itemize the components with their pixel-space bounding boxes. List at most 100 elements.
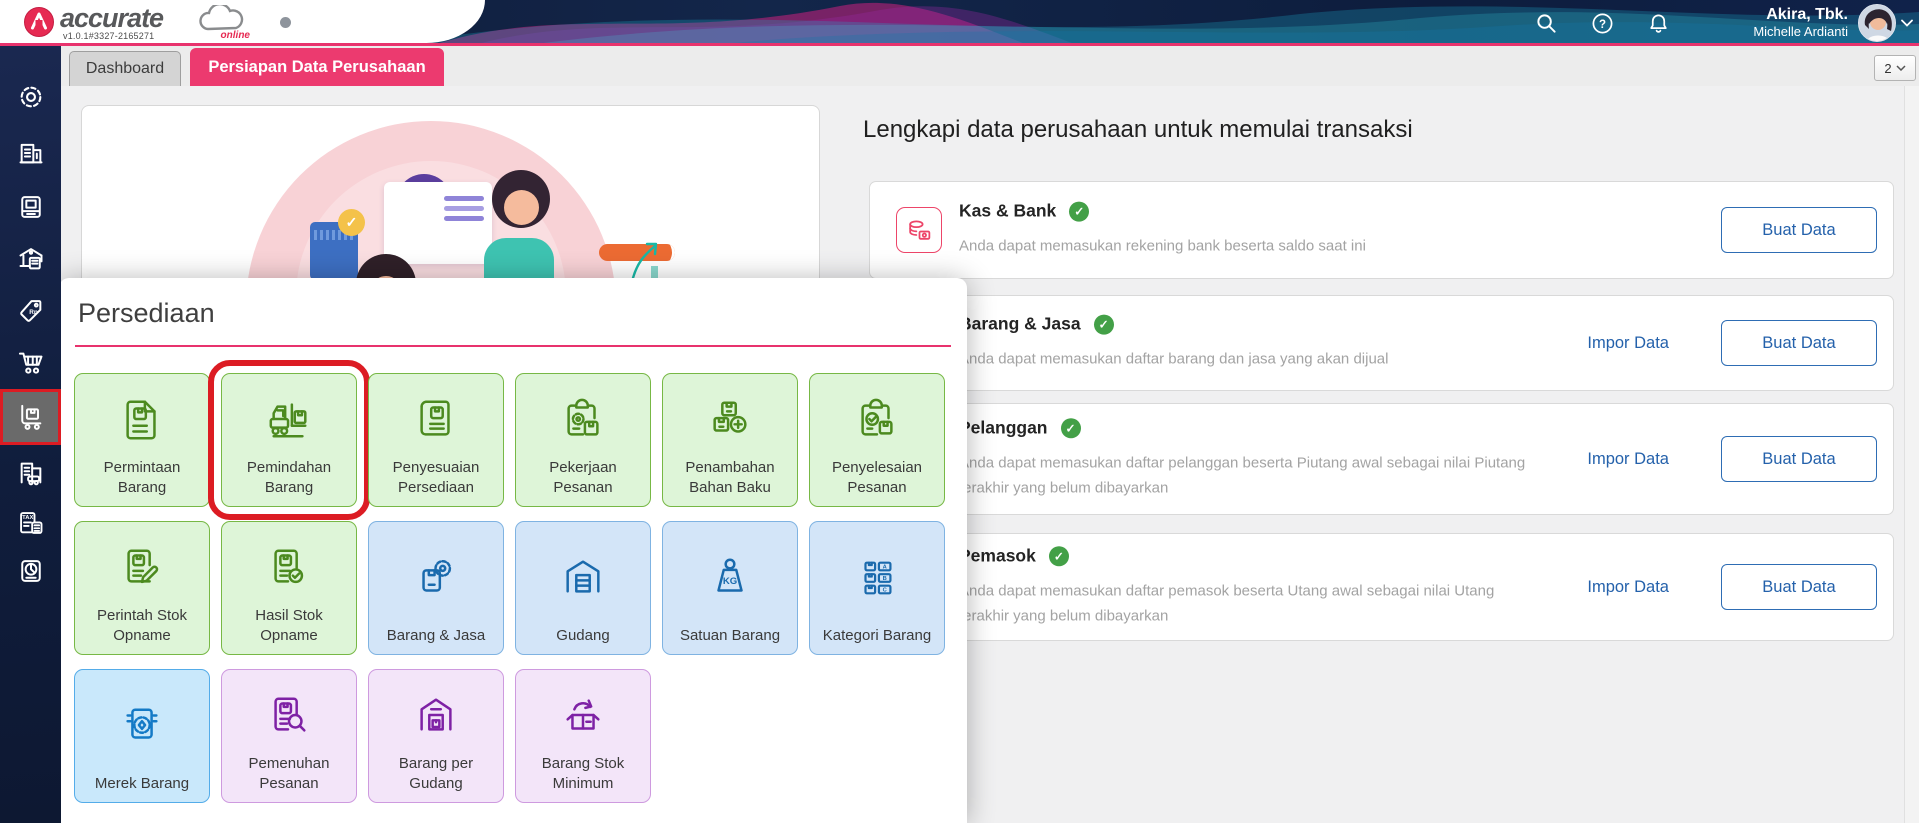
sidebar-item-settings[interactable]: [0, 72, 61, 122]
version-text: v1.0.1#3327-2165271: [63, 31, 155, 41]
price-tag-rp-icon: Rp: [19, 300, 41, 322]
card-pemasok: Pemasok ✓ Anda dapat memasukan daftar pe…: [869, 533, 1894, 641]
tab-dashboard[interactable]: Dashboard: [69, 51, 181, 86]
cloud-icon: online: [196, 2, 250, 41]
svg-text:B: B: [883, 576, 887, 582]
tile-barang-per-gudang[interactable]: Barang per Gudang: [368, 669, 504, 803]
card-title: Kas & Bank: [959, 200, 1057, 221]
help-icon[interactable]: ?: [1585, 6, 1619, 40]
sidebar-item-journal[interactable]: [0, 182, 61, 232]
tile-label: Gudang: [556, 626, 610, 644]
banner-actions: ? Akira, Tbk. Michelle Ardianti: [1507, 0, 1913, 46]
buat-data-button[interactable]: Buat Data: [1721, 564, 1877, 610]
report-chart-icon: [20, 560, 41, 582]
sidebar-item-sales[interactable]: Rp: [0, 286, 61, 336]
tile-gudang[interactable]: Gudang: [515, 521, 651, 655]
buat-data-button[interactable]: Buat Data: [1721, 436, 1877, 482]
card-kas-bank: Kas & Bank ✓ Anda dapat memasukan rekeni…: [869, 181, 1894, 279]
tab-persiapan-data-perusahaan[interactable]: Persiapan Data Perusahaan: [190, 48, 444, 86]
tile-label: Barang & Jasa: [386, 626, 486, 644]
svg-text:C: C: [883, 587, 887, 593]
notifications-bell-icon[interactable]: [1641, 6, 1675, 40]
app-window: accurate online v1.0.1#3327-2165271 ? Ak…: [0, 0, 1919, 823]
avatar[interactable]: [1858, 4, 1896, 42]
popup-divider: [75, 345, 951, 347]
sidebar-item-cash-bank[interactable]: [0, 234, 61, 284]
clipboard-check-box-icon: [810, 374, 944, 458]
tile-pekerjaan-pesanan[interactable]: Pekerjaan Pesanan: [515, 373, 651, 507]
warehouse-box-icon: [369, 670, 503, 754]
accurate-logo: [24, 7, 54, 37]
status-complete-icon: ✓: [1093, 314, 1114, 335]
warehouse-icon: [516, 522, 650, 626]
panel-heading: Lengkapi data perusahaan untuk memulai t…: [863, 116, 1413, 143]
illustration-line: [444, 196, 484, 201]
svg-text:?: ?: [1599, 18, 1606, 30]
card-description: Anda dapat memasukan daftar pelanggan be…: [959, 454, 1526, 496]
tile-penambahan-bahan-baku[interactable]: Penambahan Bahan Baku: [662, 373, 798, 507]
tile-label: Pemindahan Barang: [246, 459, 332, 496]
buat-data-button[interactable]: Buat Data: [1721, 207, 1877, 253]
tile-permintaan-barang[interactable]: Permintaan Barang: [74, 373, 210, 507]
status-complete-icon: ✓: [1060, 417, 1081, 438]
adjustment-document-icon: [369, 374, 503, 458]
open-box-arrow-icon: [516, 670, 650, 754]
user-info[interactable]: Akira, Tbk. Michelle Ardianti: [1753, 6, 1848, 39]
search-icon[interactable]: [1529, 6, 1563, 40]
tile-label: Satuan Barang: [679, 626, 781, 644]
sidebar-item-tax[interactable]: TAX: [0, 498, 61, 548]
user-name: Michelle Ardianti: [1753, 23, 1848, 39]
forklift-transfer-icon: [222, 374, 356, 458]
chevron-down-icon[interactable]: [1901, 14, 1913, 32]
card-description: Anda dapat memasukan rekening bank beser…: [959, 237, 1366, 255]
tile-barang-stok-minimum[interactable]: Barang Stok Minimum: [515, 669, 651, 803]
illustration-man-face: [504, 190, 539, 225]
card-description: Anda dapat memasukan daftar pemasok bese…: [959, 582, 1495, 624]
svg-text:TAX: TAX: [22, 515, 33, 521]
tile-label: Pekerjaan Pesanan: [549, 459, 617, 496]
buat-data-button[interactable]: Buat Data: [1721, 320, 1877, 366]
svg-text:Rp: Rp: [29, 309, 38, 316]
sidebar-item-company[interactable]: [0, 128, 61, 178]
illustration-check-badge: ✓: [338, 209, 365, 236]
tile-kategori-barang[interactable]: A B C Kategori Barang: [809, 521, 945, 655]
document-pencil-icon: [75, 522, 209, 606]
document-check-icon: [222, 522, 356, 606]
sidebar-item-inventory[interactable]: [0, 389, 61, 445]
impor-data-link[interactable]: Impor Data: [1587, 578, 1669, 597]
tile-label: Penyelesaian Pesanan: [831, 459, 923, 496]
tile-hasil-stok-opname[interactable]: Hasil Stok Opname: [221, 521, 357, 655]
tab-overflow-dropdown[interactable]: 2: [1874, 55, 1916, 81]
tile-satuan-barang[interactable]: KG Satuan Barang: [662, 521, 798, 655]
tile-barang-jasa[interactable]: Barang & Jasa: [368, 521, 504, 655]
scrollbar[interactable]: [1904, 86, 1919, 823]
sidebar-item-fixed-asset[interactable]: [0, 448, 61, 498]
category-grid-icon: A B C: [810, 522, 944, 626]
clipboard-gear-icon: [516, 374, 650, 458]
tab-bar: Dashboard Persiapan Data Perusahaan 2: [61, 46, 1919, 86]
tile-label: Barang Stok Minimum: [541, 755, 625, 792]
top-banner: accurate online v1.0.1#3327-2165271 ? Ak…: [0, 0, 1919, 46]
tile-perintah-stok-opname[interactable]: Perintah Stok Opname: [74, 521, 210, 655]
sidebar-item-report[interactable]: [0, 546, 61, 596]
tax-calculator-icon: TAX: [19, 512, 42, 534]
document-magnifier-icon: [222, 670, 356, 754]
tile-label: Kategori Barang: [822, 626, 932, 644]
company-name: Akira, Tbk.: [1766, 6, 1848, 24]
sidebar-item-purchases[interactable]: [0, 338, 61, 388]
impor-data-link[interactable]: Impor Data: [1587, 334, 1669, 353]
tile-merek-barang[interactable]: Merek Barang: [74, 669, 210, 803]
tile-penyelesaian-pesanan[interactable]: Penyelesaian Pesanan: [809, 373, 945, 507]
illustration-line: [444, 216, 484, 221]
illustration-line: [444, 206, 484, 211]
card-description: Anda dapat memasukan daftar barang dan j…: [959, 350, 1389, 368]
impor-data-link[interactable]: Impor Data: [1587, 450, 1669, 469]
tile-label: Perintah Stok Opname: [96, 607, 188, 644]
boxes-plus-icon: [663, 374, 797, 458]
journal-book-icon: [20, 196, 41, 218]
tile-pemindahan-barang[interactable]: Pemindahan Barang: [208, 360, 370, 520]
tile-penyesuaian-persediaan[interactable]: Penyesuaian Persediaan: [368, 373, 504, 507]
tile-pemenuhan-pesanan[interactable]: Pemenuhan Pesanan: [221, 669, 357, 803]
company-buildings-icon: [19, 143, 42, 164]
tile-label: Penyesuaian Persediaan: [392, 459, 480, 496]
